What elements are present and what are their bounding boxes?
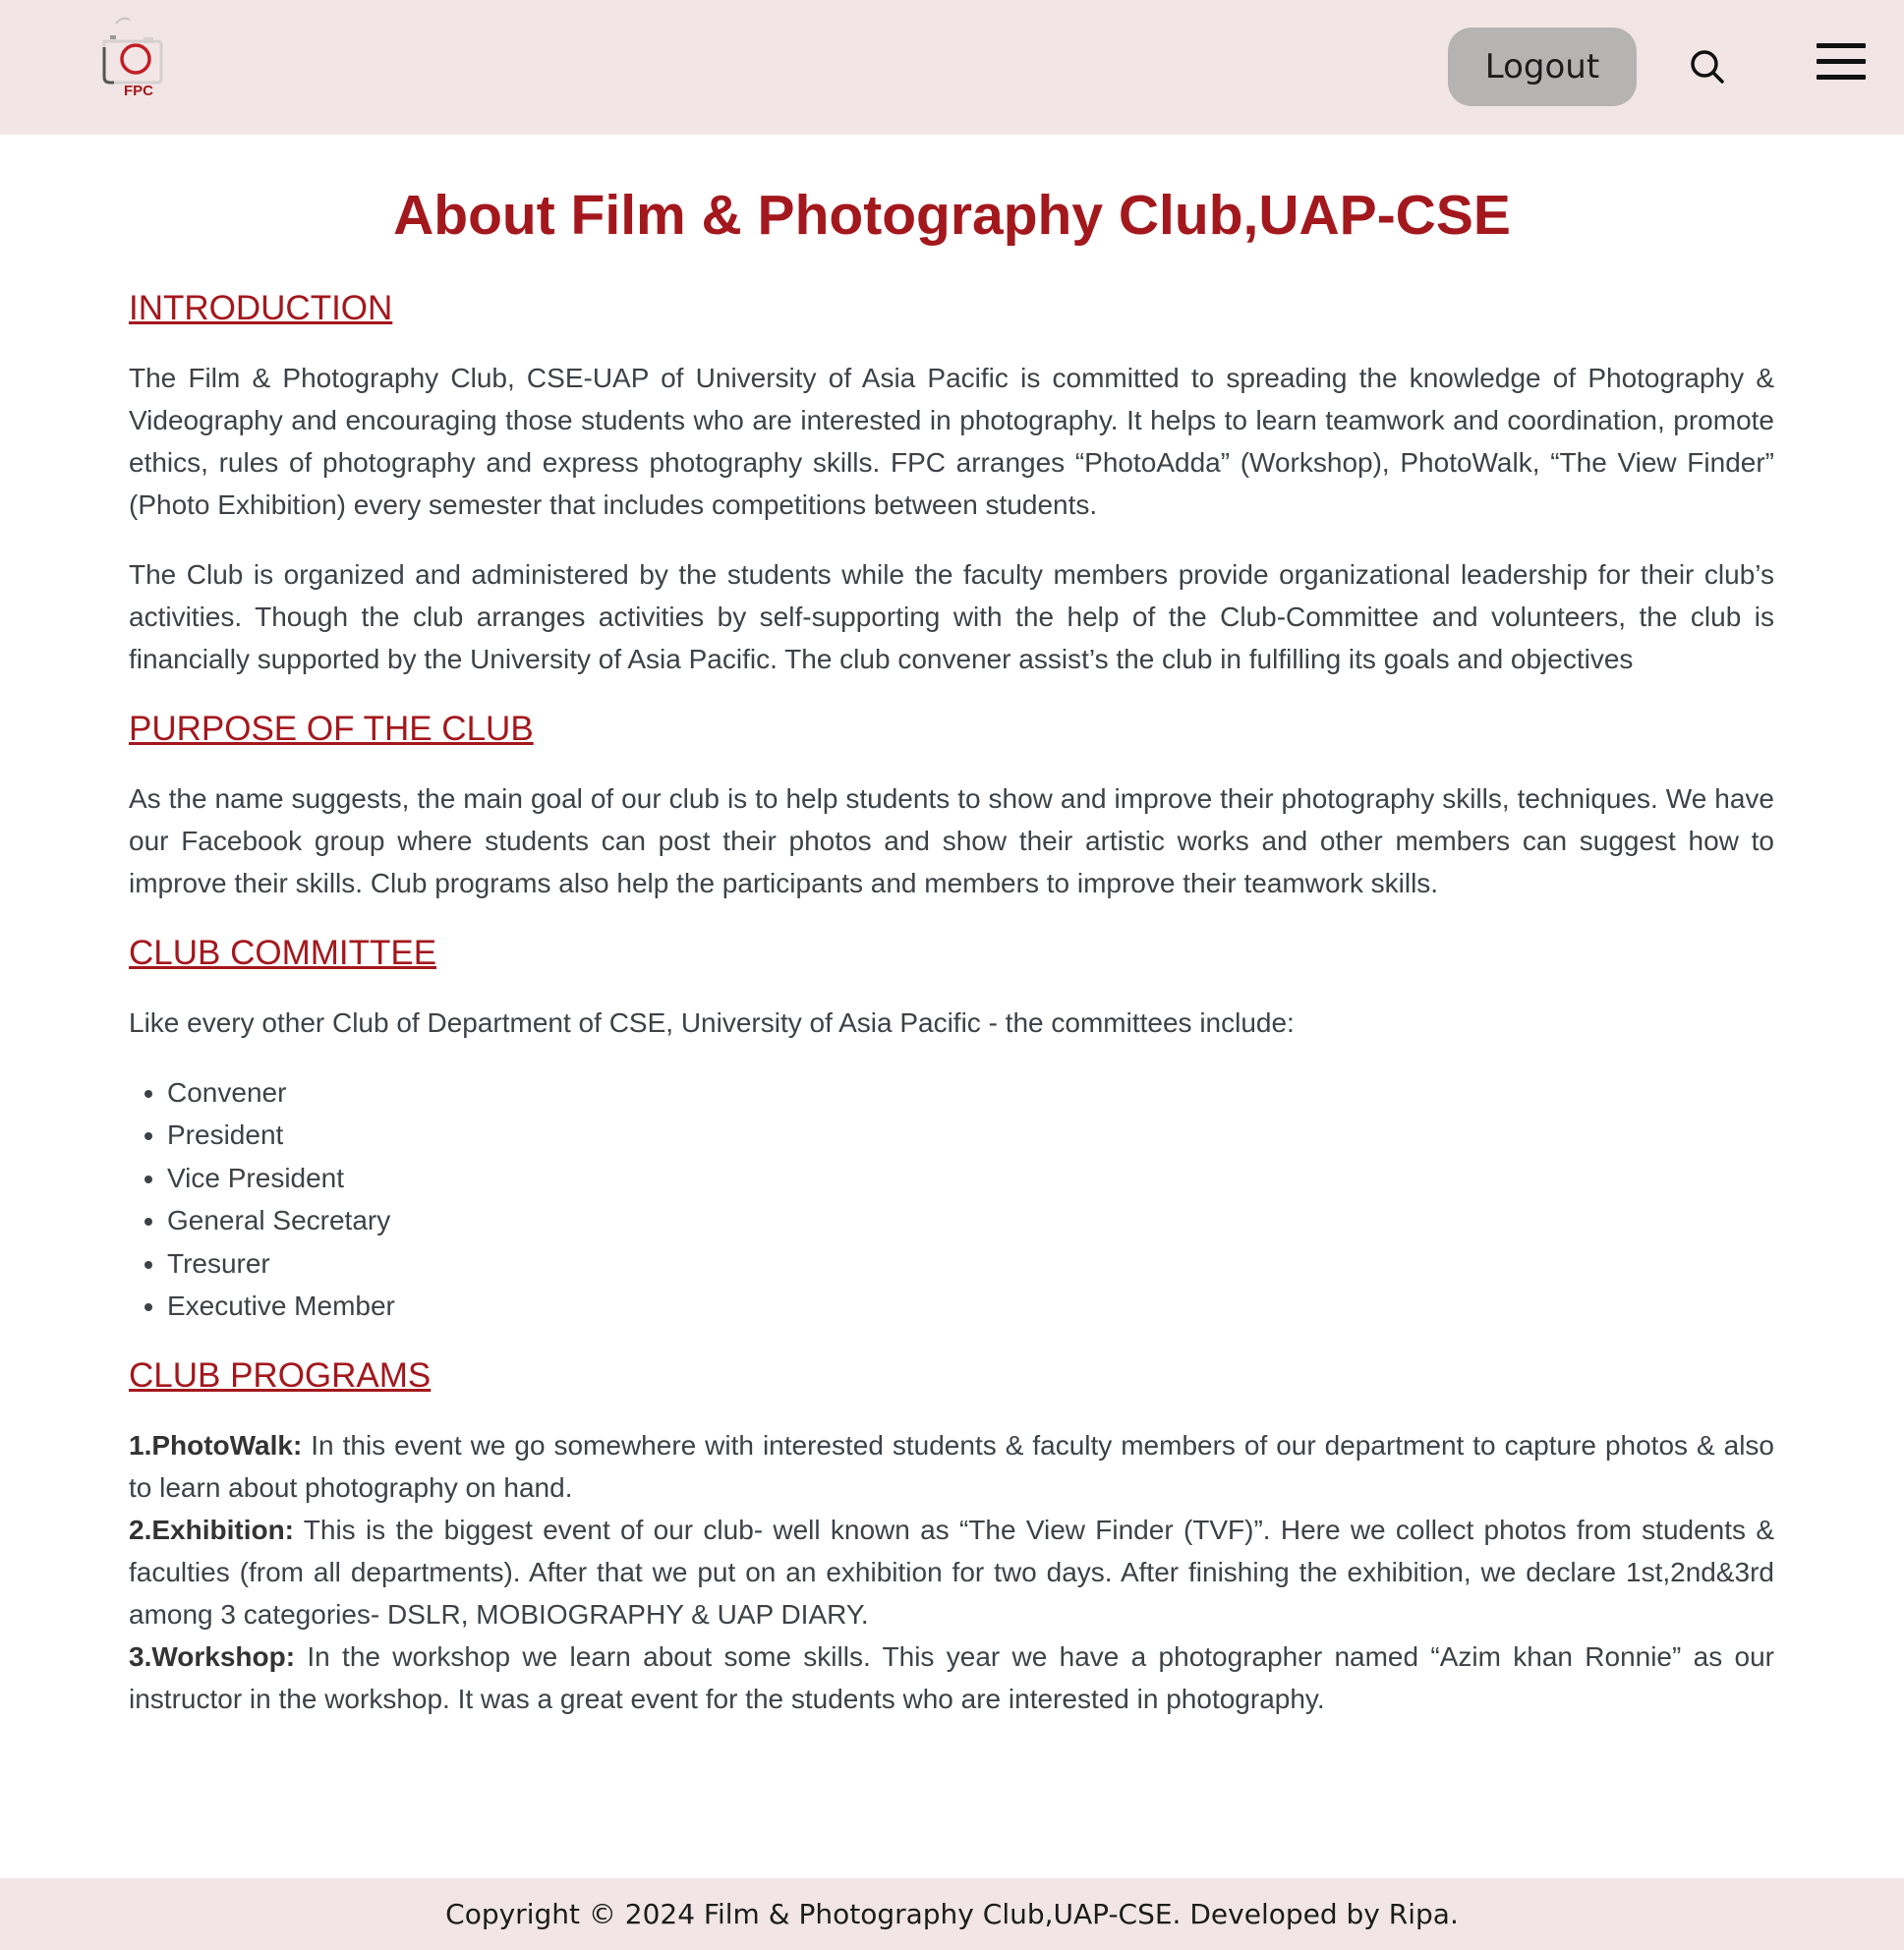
program-description: In the workshop we learn about some skil… — [129, 1641, 1774, 1715]
site-footer: Copyright © 2024 Film & Photography Club… — [0, 1878, 1904, 1950]
list-item: Vice President — [167, 1157, 1774, 1199]
introduction-heading: INTRODUCTION — [129, 289, 393, 327]
menu-bar — [1817, 59, 1866, 64]
logout-button[interactable]: Logout — [1448, 28, 1637, 106]
hamburger-menu-icon[interactable] — [1817, 43, 1868, 83]
introduction-paragraph: The Film & Photography Club, CSE-UAP of … — [129, 363, 1774, 520]
program-title: 2.Exhibition: — [129, 1515, 294, 1546]
list-item: President — [167, 1114, 1774, 1156]
list-item: Executive Member — [167, 1285, 1774, 1327]
committee-heading: CLUB COMMITTEE — [129, 934, 437, 972]
search-icon[interactable] — [1688, 47, 1727, 86]
committee-roles-list: Convener President Vice President Genera… — [129, 1071, 1774, 1327]
program-description: In this event we go somewhere with inter… — [129, 1430, 1774, 1504]
list-item: General Secretary — [167, 1199, 1774, 1241]
program-item: 3.Workshop: In the workshop we learn abo… — [129, 1635, 1774, 1720]
logo-text: FPC — [124, 83, 153, 99]
program-item: 1.PhotoWalk: In this event we go somewhe… — [129, 1424, 1774, 1509]
purpose-heading: PURPOSE OF THE CLUB — [129, 710, 534, 748]
programs-heading: CLUB PROGRAMS — [129, 1356, 432, 1396]
fpc-logo[interactable]: FPC — [94, 12, 173, 102]
menu-bar — [1817, 75, 1866, 80]
site-header: FPC Logout — [0, 0, 1904, 135]
committee-intro: Like every other Club of Department of C… — [129, 1007, 1295, 1038]
list-item: Convener — [167, 1071, 1774, 1114]
program-title: 3.Workshop: — [129, 1641, 296, 1673]
about-content: INTRODUCTION The Film & Photography Club… — [129, 287, 1774, 1720]
purpose-paragraph: As the name suggests, the main goal of o… — [129, 783, 1774, 898]
page-title: About Film & Photography Club,UAP-CSE — [393, 184, 1511, 247]
program-description: This is the biggest event of our club- w… — [129, 1515, 1774, 1631]
menu-bar — [1817, 43, 1866, 48]
list-item: Tresurer — [167, 1242, 1774, 1285]
copyright-text: Copyright © 2024 Film & Photography Club… — [445, 1898, 1459, 1930]
program-item: 2.Exhibition: This is the biggest event … — [129, 1509, 1774, 1635]
introduction-paragraph: The Club is organized and administered b… — [129, 559, 1774, 674]
program-title: 1.PhotoWalk: — [129, 1430, 303, 1462]
